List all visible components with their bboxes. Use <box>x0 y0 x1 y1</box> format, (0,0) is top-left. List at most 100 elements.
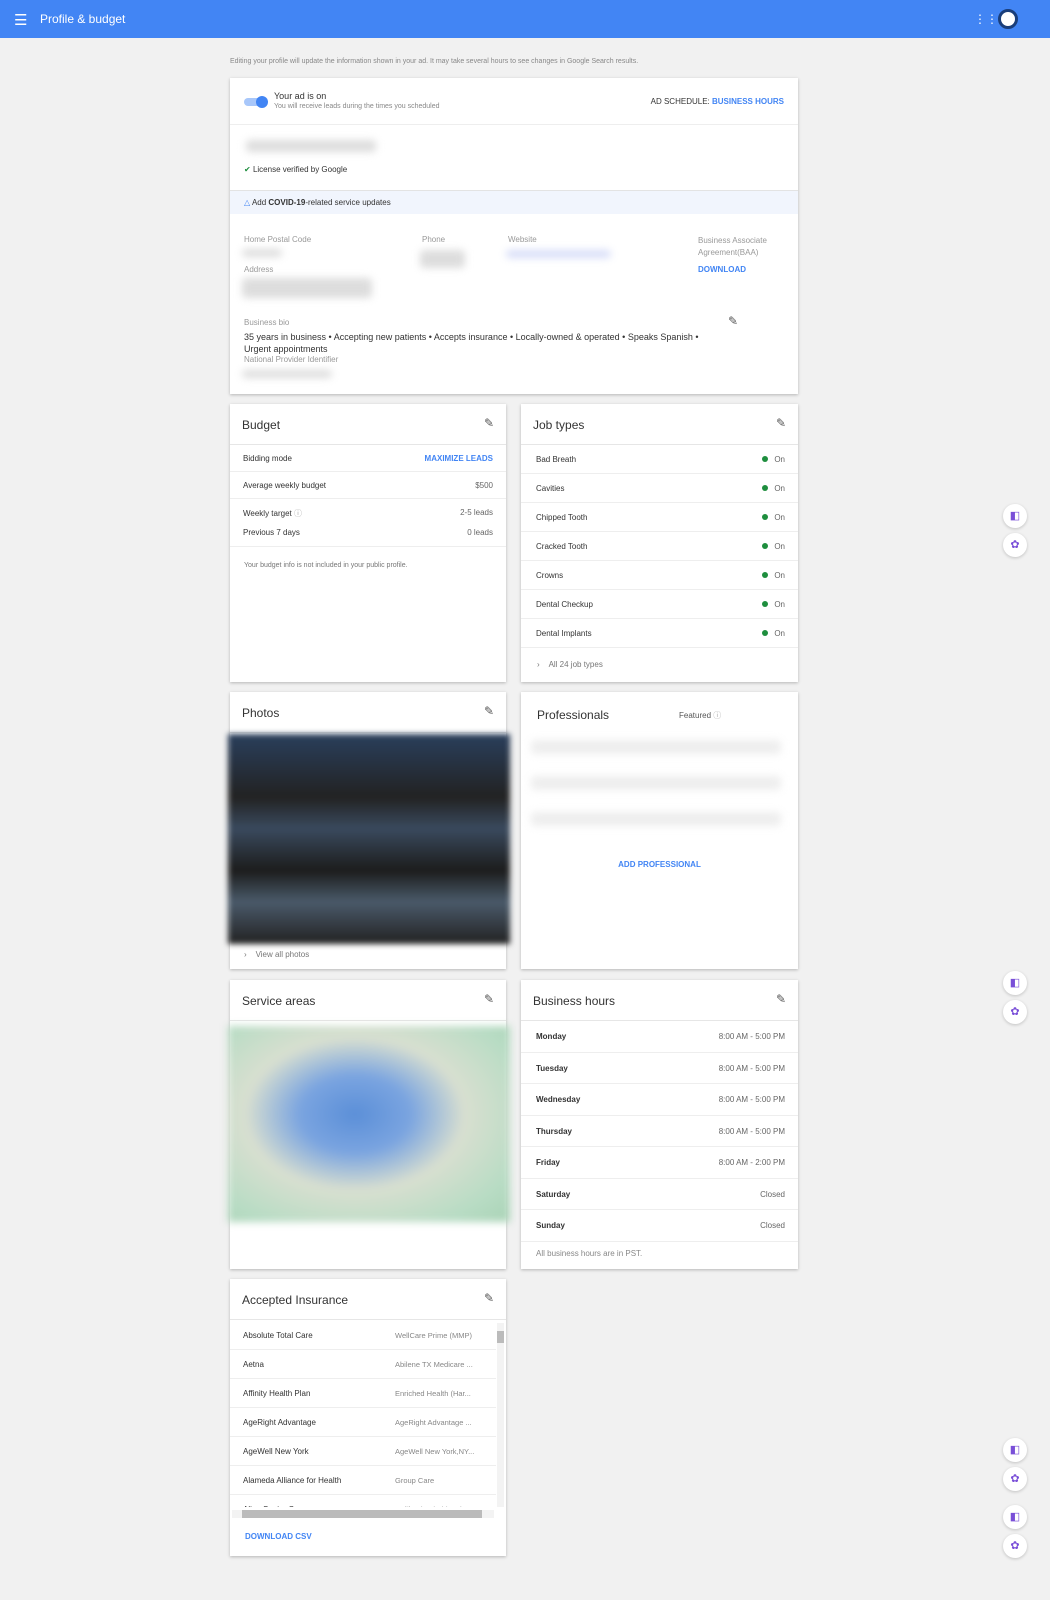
status-dot-icon <box>762 601 769 607</box>
status-dot-icon <box>762 485 769 491</box>
professionals-title: Professionals <box>537 708 610 722</box>
hours-row: Friday 8:00 AM - 2:00 PM <box>521 1147 798 1179</box>
all-job-types-link[interactable]: › All 24 job types <box>537 660 603 669</box>
chevron-right-icon: › <box>244 950 247 959</box>
hours-note: All business hours are in PST. <box>536 1249 643 1258</box>
check-icon: ✔ <box>244 165 251 174</box>
job-type-status: On <box>774 455 785 464</box>
insurance-plan: Abilene TX Medicare ... <box>395 1360 473 1369</box>
edit-photos-icon[interactable]: ✎ <box>484 704 494 718</box>
professional-row-redacted[interactable] <box>531 740 781 754</box>
insurance-name: Align Senior Care <box>243 1505 306 1507</box>
extension-panel-icon[interactable]: ◧ <box>1003 1438 1027 1462</box>
insurance-row[interactable]: Alameda Alliance for Health Group Care <box>230 1466 496 1495</box>
day-hours: 8:00 AM - 2:00 PM <box>718 1158 785 1167</box>
insurance-plan: AgeRight Advantage ... <box>395 1418 472 1427</box>
professional-row-redacted[interactable] <box>531 812 781 826</box>
bidding-mode-link[interactable]: MAXIMIZE LEADS <box>425 454 493 463</box>
insurance-row[interactable]: AgeWell New York AgeWell New York,NY... <box>230 1437 496 1466</box>
baa-download-link[interactable]: DOWNLOAD <box>698 265 746 274</box>
edit-service-areas-icon[interactable]: ✎ <box>484 992 494 1006</box>
budget-value: 0 leads <box>467 528 493 537</box>
brain-extension-icon[interactable]: ✿ <box>1003 1467 1027 1491</box>
view-all-photos-link[interactable]: › View all photos <box>244 950 309 959</box>
featured-label: Featured ⓘ <box>679 710 721 721</box>
extension-panel-icon[interactable]: ◧ <box>1003 1505 1027 1529</box>
address-redacted <box>242 278 372 298</box>
job-type-status: On <box>774 600 785 609</box>
day-name: Tuesday <box>536 1063 568 1073</box>
insurance-row[interactable]: AgeRight Advantage AgeRight Advantage ... <box>230 1408 496 1437</box>
day-name: Sunday <box>536 1221 565 1230</box>
covid-banner[interactable]: △ Add COVID-19-related service updates <box>230 190 798 214</box>
insurance-row[interactable]: Align Senior Care California Florida Mic.… <box>230 1495 496 1507</box>
service-areas-title: Service areas <box>242 994 316 1008</box>
job-type-name: Bad Breath <box>536 455 577 464</box>
edit-hours-icon[interactable]: ✎ <box>776 992 786 1006</box>
job-type-row[interactable]: Chipped Tooth On <box>521 503 798 532</box>
day-hours: 8:00 AM - 5:00 PM <box>718 1126 785 1136</box>
job-type-name: Dental Implants <box>536 629 592 638</box>
day-hours: 8:00 AM - 5:00 PM <box>718 1063 785 1073</box>
insurance-name: Absolute Total Care <box>243 1331 313 1340</box>
edit-job-types-icon[interactable]: ✎ <box>776 416 786 430</box>
status-dot-icon <box>762 543 769 549</box>
business-bio: 35 years in business • Accepting new pat… <box>244 332 699 354</box>
insurance-plan: California Florida Mic... <box>395 1505 472 1507</box>
professional-row-redacted[interactable] <box>531 776 781 790</box>
insurance-title: Accepted Insurance <box>242 1293 349 1307</box>
phone-label: Phone <box>422 235 446 244</box>
brain-extension-icon[interactable]: ✿ <box>1003 1534 1027 1558</box>
service-area-map-blurred[interactable] <box>228 1026 510 1222</box>
brain-extension-icon[interactable]: ✿ <box>1003 533 1027 557</box>
avatar[interactable] <box>998 9 1018 29</box>
license-verified: ✔ License verified by Google <box>244 165 347 174</box>
edit-insurance-icon[interactable]: ✎ <box>484 1291 494 1305</box>
covid-prefix: Add <box>251 198 269 207</box>
photo-grid-blurred[interactable] <box>228 734 510 944</box>
day-hours: 8:00 AM - 5:00 PM <box>718 1032 785 1041</box>
job-type-row[interactable]: Dental Implants On <box>521 619 798 648</box>
website-redacted[interactable] <box>506 250 611 258</box>
insurance-row[interactable]: Affinity Health Plan Enriched Health (Har… <box>230 1379 496 1408</box>
job-type-row[interactable]: Bad Breath On <box>521 445 798 474</box>
insurance-row[interactable]: Aetna Abilene TX Medicare ... <box>230 1350 496 1379</box>
ad-toggle[interactable] <box>244 96 268 108</box>
budget-label: Average weekly budget <box>243 481 327 490</box>
help-icon[interactable]: ⓘ <box>294 509 302 518</box>
insurance-row[interactable]: Absolute Total Care WellCare Prime (MMP) <box>230 1321 496 1350</box>
add-professional-button[interactable]: ADD PROFESSIONAL <box>521 860 798 869</box>
business-hours-title: Business hours <box>533 994 616 1008</box>
job-types-card: Job types ✎ Bad Breath On Cavities On Chipped… <box>521 404 798 682</box>
insurance-name: Alameda Alliance for Health <box>243 1476 342 1485</box>
phone-redacted <box>420 250 465 268</box>
job-type-status: On <box>774 571 785 580</box>
horizontal-scrollbar[interactable] <box>232 1510 494 1518</box>
baa-label: Business Associate Agreement(BAA) <box>698 236 767 257</box>
help-icon[interactable]: ⓘ <box>713 711 721 720</box>
vertical-scrollbar[interactable] <box>497 1323 504 1507</box>
job-type-row[interactable]: Dental Checkup On <box>521 590 798 619</box>
budget-card: Budget ✎ Bidding mode MAXIMIZE LEADS Avera… <box>230 404 506 682</box>
edit-budget-icon[interactable]: ✎ <box>484 416 494 430</box>
insurance-name: Aetna <box>243 1360 264 1369</box>
job-type-name: Chipped Tooth <box>536 513 588 522</box>
hamburger-icon[interactable]: ☰ <box>14 11 27 29</box>
brain-extension-icon[interactable]: ✿ <box>1003 1000 1027 1024</box>
extension-panel-icon[interactable]: ◧ <box>1003 971 1027 995</box>
postal-redacted <box>242 249 282 257</box>
job-type-row[interactable]: Cracked Tooth On <box>521 532 798 561</box>
status-dot-icon <box>762 514 769 520</box>
budget-label: Weekly target <box>243 509 292 518</box>
hours-row: Thursday 8:00 AM - 5:00 PM <box>521 1116 798 1147</box>
edit-notice: Editing your profile will update the inf… <box>230 58 639 65</box>
ad-schedule-link[interactable]: BUSINESS HOURS <box>712 97 784 106</box>
hours-row: Monday 8:00 AM - 5:00 PM <box>521 1021 798 1053</box>
status-dot-icon <box>762 572 769 578</box>
edit-profile-icon[interactable]: ✎ <box>728 314 738 328</box>
extension-panel-icon[interactable]: ◧ <box>1003 504 1027 528</box>
download-csv-button[interactable]: DOWNLOAD CSV <box>245 1532 312 1541</box>
job-type-row[interactable]: Crowns On <box>521 561 798 590</box>
job-type-row[interactable]: Cavities On <box>521 474 798 503</box>
profile-card: Your ad is on You will receive leads dur… <box>230 78 798 394</box>
